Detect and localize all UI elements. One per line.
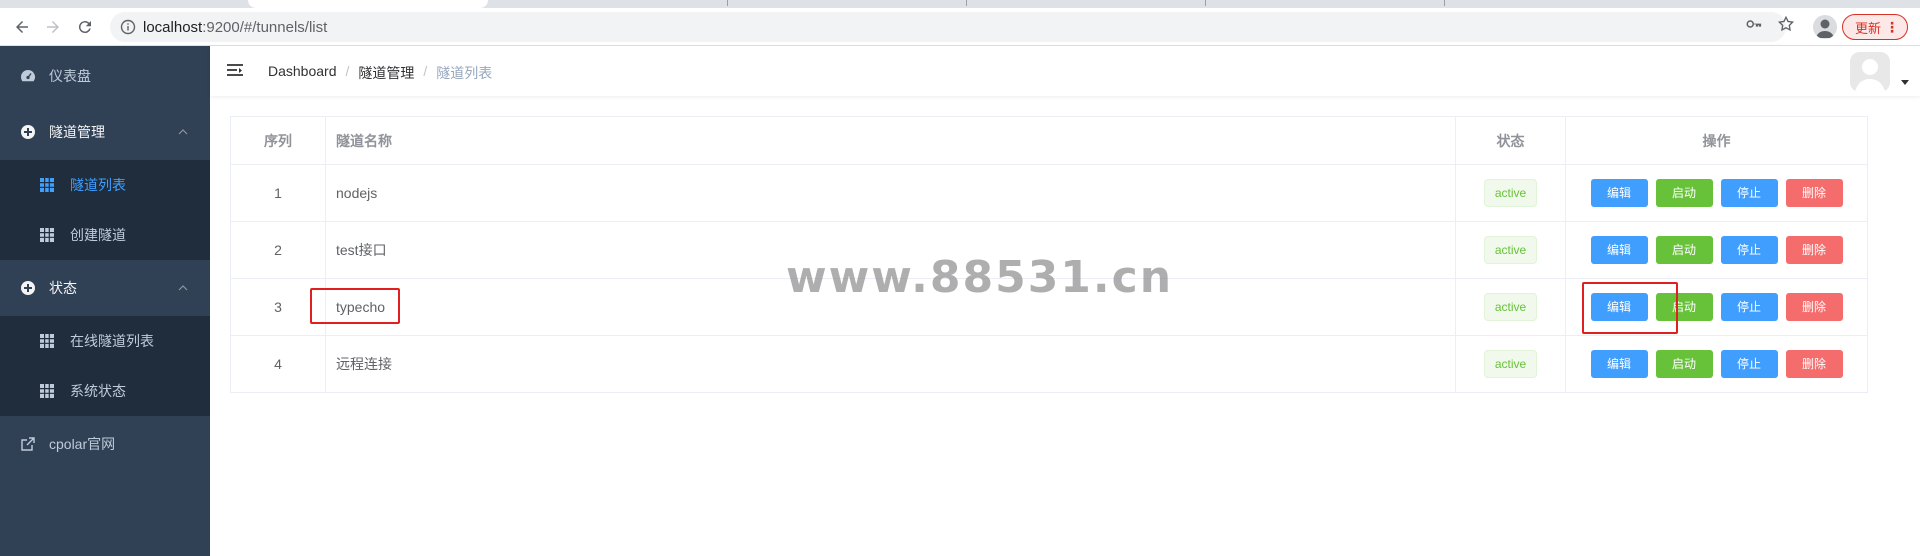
profile-avatar[interactable] [1813, 15, 1837, 39]
key-icon[interactable] [1745, 15, 1763, 33]
sidebar-item-label: 隧道列表 [70, 177, 126, 193]
delete-button[interactable]: 删除 [1785, 293, 1843, 321]
breadcrumb: Dashboard / 隧道管理 / 隧道列表 [268, 63, 492, 83]
star-icon[interactable] [1777, 15, 1795, 33]
status-icon [21, 281, 35, 295]
table-row: 1 nodejs active 编辑 启动 停止 删除 [230, 164, 1868, 222]
update-button[interactable]: 更新 ⋮ [1842, 14, 1908, 40]
column-header-index: 序列 [230, 116, 326, 165]
sidebar-item-system-status[interactable]: 系统状态 [0, 366, 210, 416]
row-index: 4 [230, 335, 326, 393]
row-tunnel-name: nodejs [325, 164, 1456, 222]
caret-down-icon[interactable] [1901, 78, 1909, 86]
column-header-ops: 操作 [1565, 116, 1868, 165]
chevron-up-icon [178, 285, 188, 291]
sidebar-item-label: 在线隧道列表 [70, 333, 154, 349]
sidebar-item-tunnel-manage[interactable]: 隧道管理 [0, 104, 210, 160]
edit-button[interactable]: 编辑 [1590, 236, 1648, 264]
stop-button[interactable]: 停止 [1720, 179, 1778, 207]
submenu-tunnel-manage: 隧道列表 创建隧道 [0, 160, 210, 260]
browser-toolbar: localhost:9200/#/tunnels/list 更新 ⋮ [0, 8, 1920, 46]
sidebar-item-label: 隧道管理 [49, 124, 105, 140]
person-icon [1816, 19, 1834, 38]
highlight-box-tunnel-name [310, 288, 400, 324]
breadcrumb-separator: / [423, 63, 428, 79]
forward-button[interactable] [42, 16, 64, 38]
delete-button[interactable]: 删除 [1785, 179, 1843, 207]
breadcrumb-separator: / [345, 63, 350, 79]
grid-icon [40, 384, 54, 398]
sidebar-item-cpolar-site[interactable]: cpolar官网 [0, 416, 210, 472]
update-label: 更新 [1855, 20, 1882, 36]
row-index: 1 [230, 164, 326, 222]
stop-button[interactable]: 停止 [1720, 350, 1778, 378]
edit-button[interactable]: 编辑 [1590, 350, 1648, 378]
column-header-name: 隧道名称 [325, 116, 1456, 165]
status-badge: active [1483, 179, 1538, 207]
tab-separator [1444, 0, 1445, 6]
tab-separator [966, 0, 967, 6]
highlight-box-edit-button [1582, 282, 1678, 334]
arrow-left-icon [16, 21, 28, 33]
row-index: 2 [230, 221, 326, 279]
sidebar-item-dashboard[interactable]: 仪表盘 [0, 48, 210, 104]
back-button[interactable] [11, 16, 33, 38]
browser-tab-strip [0, 0, 1920, 8]
address-bar[interactable]: localhost:9200/#/tunnels/list [110, 12, 1786, 42]
tunnel-manage-icon [21, 125, 35, 139]
person-icon [1850, 52, 1890, 92]
more-vert-icon: ⋮ [1885, 19, 1899, 35]
browser-active-tab[interactable] [248, 0, 488, 8]
arrow-right-icon [47, 21, 59, 33]
breadcrumb-item-tunnel-manage[interactable]: 隧道管理 [358, 63, 414, 83]
status-badge: active [1483, 293, 1538, 321]
submenu-status: 在线隧道列表 系统状态 [0, 316, 210, 416]
status-badge: active [1483, 236, 1538, 264]
user-avatar[interactable] [1850, 52, 1890, 92]
sidebar-item-label: 仪表盘 [49, 68, 91, 84]
sidebar-item-label: cpolar官网 [49, 436, 116, 452]
sidebar-item-create-tunnel[interactable]: 创建隧道 [0, 210, 210, 260]
hamburger-icon[interactable] [226, 62, 244, 80]
start-button[interactable]: 启动 [1655, 236, 1713, 264]
table-header-row: 序列 隧道名称 状态 操作 [230, 116, 1868, 165]
sidebar-item-label: 系统状态 [70, 383, 126, 399]
tab-separator [1205, 0, 1206, 6]
info-icon [120, 19, 136, 35]
stop-button[interactable]: 停止 [1720, 293, 1778, 321]
start-button[interactable]: 启动 [1655, 350, 1713, 378]
stop-button[interactable]: 停止 [1720, 236, 1778, 264]
watermark-text: www.88531.cn [786, 252, 1174, 303]
breadcrumb-item-dashboard[interactable]: Dashboard [268, 63, 337, 83]
sidebar-item-tunnel-list[interactable]: 隧道列表 [0, 160, 210, 210]
table-row: 4 远程连接 active 编辑 启动 停止 删除 [230, 335, 1868, 393]
sidebar-item-label: 状态 [49, 280, 77, 296]
breadcrumb-item-current: 隧道列表 [436, 65, 493, 81]
grid-icon [40, 228, 54, 242]
top-navbar: Dashboard / 隧道管理 / 隧道列表 [210, 46, 1920, 96]
status-badge: active [1483, 350, 1538, 378]
start-button[interactable]: 启动 [1655, 179, 1713, 207]
chevron-up-icon [178, 129, 188, 135]
url-text: localhost:9200/#/tunnels/list [143, 19, 328, 36]
sidebar-item-label: 创建隧道 [70, 227, 126, 243]
tab-separator [727, 0, 728, 6]
reload-icon [78, 21, 91, 34]
edit-button[interactable]: 编辑 [1590, 179, 1648, 207]
sidebar: 仪表盘 隧道管理 隧道列表 创建隧道 状态 在线隧道列表 系统状态 cpolar… [0, 46, 210, 556]
grid-icon [40, 334, 54, 348]
row-tunnel-name: 远程连接 [325, 335, 1456, 393]
sidebar-item-status[interactable]: 状态 [0, 260, 210, 316]
dashboard-icon [21, 70, 35, 82]
delete-button[interactable]: 删除 [1785, 236, 1843, 264]
column-header-status: 状态 [1455, 116, 1566, 165]
reload-button[interactable] [74, 16, 96, 38]
sidebar-item-online-tunnels[interactable]: 在线隧道列表 [0, 316, 210, 366]
external-link-icon [21, 437, 35, 451]
grid-icon [40, 178, 54, 192]
delete-button[interactable]: 删除 [1785, 350, 1843, 378]
